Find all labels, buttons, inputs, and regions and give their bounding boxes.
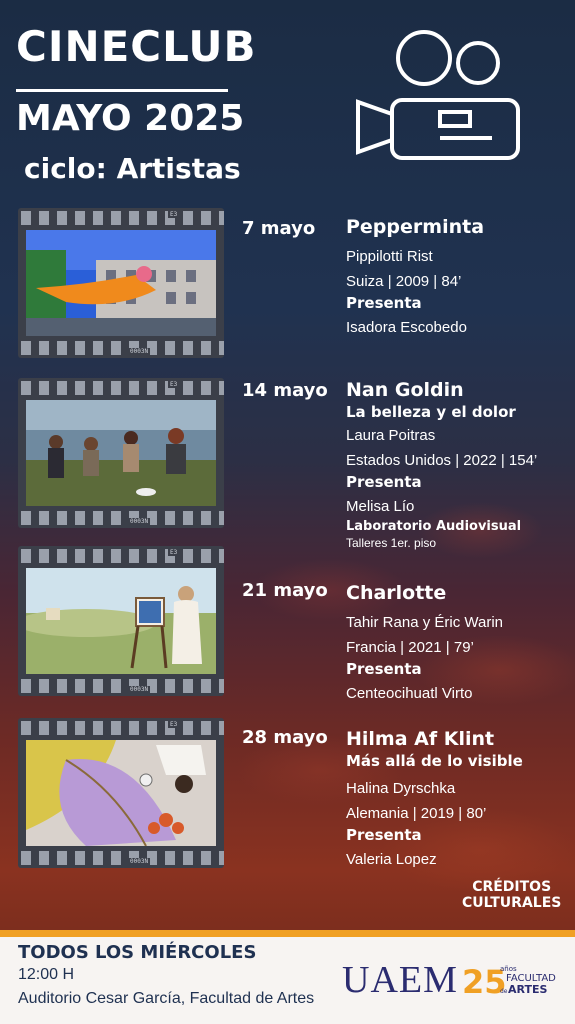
film-2-venue-label: Laboratorio Audiovisual bbox=[346, 519, 522, 534]
film-1-presenta-label: Presenta bbox=[346, 294, 422, 312]
film-2-date: 14 mayo bbox=[242, 380, 328, 401]
film-2-presenta-label: Presenta bbox=[346, 473, 422, 491]
film-2-details: Estados Unidos | 2022 | 154’ bbox=[346, 452, 538, 469]
film-1-director: Pippilotti Rist bbox=[346, 248, 433, 265]
film-strip-mark: 0003N bbox=[128, 348, 151, 355]
film-strip-mark: 0003N bbox=[128, 518, 151, 525]
film-3-info: Charlotte Tahir Rana y Éric Warin Franci… bbox=[346, 582, 571, 705]
film-4-date: 28 mayo bbox=[242, 727, 328, 748]
film-strip-mark: 0003N bbox=[128, 686, 151, 693]
film-2-info: Nan Goldin La belleza y el dolor Laura P… bbox=[346, 379, 571, 551]
film-3-details: Francia | 2021 | 79’ bbox=[346, 639, 474, 656]
film-4-title: Hilma Af Klint bbox=[346, 728, 495, 750]
footer-schedule-time: 12:00 H bbox=[18, 966, 75, 983]
film-1-presenter: Isadora Escobedo bbox=[346, 319, 467, 336]
film-strip-mark: E3 bbox=[168, 721, 180, 728]
film-3-director: Tahir Rana y Éric Warin bbox=[346, 614, 503, 631]
film-still-charlotte bbox=[26, 568, 216, 674]
film-strip-mark: E3 bbox=[168, 381, 180, 388]
film-4-director: Halina Dyrschka bbox=[346, 780, 456, 797]
logo-line-2: ARTES bbox=[508, 983, 548, 996]
sprocket-holes bbox=[18, 549, 224, 563]
sprocket-holes bbox=[18, 721, 224, 735]
film-strip-1: E3 0003N bbox=[18, 208, 224, 358]
film-1-title: Pepperminta bbox=[346, 216, 485, 238]
film-2-title: Nan Goldin bbox=[346, 379, 464, 401]
film-3-date: 21 mayo bbox=[242, 580, 328, 601]
film-3-presenter: Centeocihuatl Virto bbox=[346, 685, 473, 702]
film-4-presenta-label: Presenta bbox=[346, 826, 422, 844]
film-4-subtitle: Más allá de lo visible bbox=[346, 752, 523, 770]
film-2-venue-detail: Talleres 1er. piso bbox=[346, 536, 437, 550]
film-strip-3: E3 0003N bbox=[18, 546, 224, 696]
poster-cycle: ciclo: Artistas bbox=[24, 152, 241, 185]
sprocket-holes bbox=[18, 211, 224, 225]
credits-line-2: CULTURALES bbox=[462, 895, 562, 911]
film-strip-4: E3 0003N bbox=[18, 718, 224, 868]
film-4-details: Alemania | 2019 | 80’ bbox=[346, 805, 487, 822]
film-strip-mark: E3 bbox=[168, 211, 180, 218]
film-still-hilma-af-klint bbox=[26, 740, 216, 846]
credits-line-1: CRÉDITOS bbox=[472, 879, 552, 895]
logo-years: años bbox=[500, 965, 517, 973]
film-4-presenter: Valeria Lopez bbox=[346, 851, 437, 868]
sprocket-holes bbox=[18, 679, 224, 693]
film-3-title: Charlotte bbox=[346, 582, 447, 604]
film-1-info: Pepperminta Pippilotti Rist Suiza | 2009… bbox=[346, 216, 571, 339]
footer-accent-stripe bbox=[0, 930, 575, 937]
footer-venue: Auditorio Cesar García, Facultad de Arte… bbox=[18, 990, 315, 1007]
sprocket-holes bbox=[18, 511, 224, 525]
uaem-logo: UAEM bbox=[342, 959, 458, 1001]
facultad-de-artes-25-logo: 25 años FACULTAD de ARTES bbox=[462, 963, 556, 1000]
film-1-date: 7 mayo bbox=[242, 218, 316, 239]
film-strip-mark: E3 bbox=[168, 549, 180, 556]
logo-de: de bbox=[500, 988, 508, 995]
film-3-presenta-label: Presenta bbox=[346, 660, 422, 678]
movie-camera-icon bbox=[356, 30, 520, 160]
cineclub-poster: CINECLUB MAYO 2025 ciclo: Artistas E3 00… bbox=[0, 0, 575, 1024]
poster-title: CINECLUB bbox=[16, 22, 257, 71]
creditos-culturales-logo: CRÉDITOS CULTURALES bbox=[462, 879, 561, 911]
film-still-pepperminta bbox=[26, 230, 216, 336]
film-1-details: Suiza | 2009 | 84’ bbox=[346, 273, 462, 290]
sprocket-holes bbox=[18, 381, 224, 395]
film-2-director: Laura Poitras bbox=[346, 427, 436, 444]
film-still-nan-goldin bbox=[26, 400, 216, 506]
film-strip-mark: 0003N bbox=[128, 858, 151, 865]
film-2-subtitle: La belleza y el dolor bbox=[346, 403, 516, 421]
film-4-info: Hilma Af Klint Más allá de lo visible Ha… bbox=[346, 728, 571, 871]
sprocket-holes bbox=[18, 851, 224, 865]
poster-month: MAYO 2025 bbox=[16, 98, 245, 139]
sprocket-holes bbox=[18, 341, 224, 355]
title-divider bbox=[16, 89, 228, 92]
footer-schedule-day: TODOS LOS MIÉRCOLES bbox=[18, 942, 257, 963]
film-strip-2: E3 0003N bbox=[18, 378, 224, 528]
film-2-presenter: Melisa Lío bbox=[346, 498, 415, 515]
